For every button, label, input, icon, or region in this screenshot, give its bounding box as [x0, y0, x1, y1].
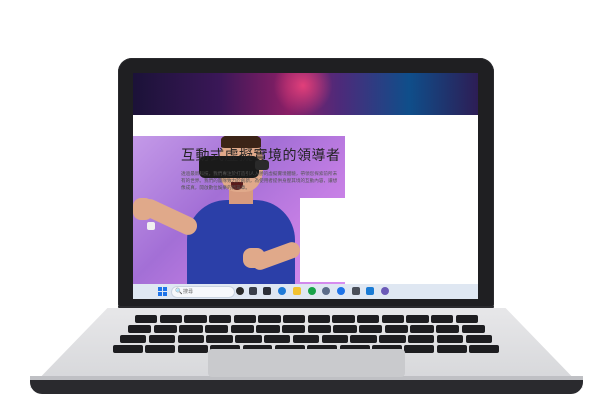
keyboard-key[interactable] [292, 335, 320, 343]
keyboard-key[interactable] [177, 345, 208, 353]
keyboard-key[interactable] [177, 335, 204, 343]
keyboard-key[interactable] [461, 325, 485, 333]
keyboard-key[interactable] [436, 345, 467, 353]
keyboard-key[interactable] [128, 325, 152, 333]
keyboard-key[interactable] [307, 315, 330, 323]
keyboard-key[interactable] [333, 325, 357, 333]
keyboard-key[interactable] [469, 345, 499, 353]
keyboard-key[interactable] [408, 335, 435, 343]
keyboard-key[interactable] [233, 315, 256, 323]
keyboard-key[interactable] [179, 325, 203, 333]
keyboard-key[interactable] [379, 335, 406, 343]
keyboard-key[interactable] [359, 325, 383, 333]
keyboard-key[interactable] [431, 315, 454, 323]
keyboard-key[interactable] [235, 335, 262, 343]
keyboard-key[interactable] [465, 335, 492, 343]
keyboard-key[interactable] [264, 335, 291, 343]
keyboard-key[interactable] [258, 315, 281, 323]
keyboard-key[interactable] [332, 315, 355, 323]
keyboard-key[interactable] [159, 315, 182, 323]
keyboard-key[interactable] [283, 315, 306, 323]
keyboard-key[interactable] [153, 325, 177, 333]
keyboard-key[interactable] [357, 315, 380, 323]
keyboard-key[interactable] [436, 335, 464, 343]
keyboard-key[interactable] [406, 315, 429, 323]
keyboard-key[interactable] [209, 315, 232, 323]
keyboard-key[interactable] [148, 335, 176, 343]
keyboard-key[interactable] [145, 345, 176, 353]
keyboard-key[interactable] [350, 335, 377, 343]
keyboard-key[interactable] [384, 325, 408, 333]
keyboard-key[interactable] [120, 335, 147, 343]
keyboard-key[interactable] [206, 335, 233, 343]
keyboard-key[interactable] [321, 335, 348, 343]
keyboard-key[interactable] [436, 325, 460, 333]
keyboard-key[interactable] [205, 325, 229, 333]
keyboard-key[interactable] [256, 325, 280, 333]
keyboard-key[interactable] [410, 325, 434, 333]
keyboard-key[interactable] [184, 315, 207, 323]
keyboard-key[interactable] [381, 315, 404, 323]
keyboard-key[interactable] [282, 325, 306, 333]
laptop: 互動式虛擬實境的領導者 透過最新科技，我們專注於打造引人入勝的虛擬實境體驗，帶領… [0, 0, 613, 419]
keyboard-key[interactable] [113, 345, 143, 353]
keyboard-key[interactable] [404, 345, 435, 353]
keyboard-key[interactable] [455, 315, 478, 323]
keyboard-key[interactable] [135, 315, 158, 323]
keyboard-key[interactable] [230, 325, 254, 333]
trackpad[interactable] [208, 349, 405, 377]
keyboard-key[interactable] [307, 325, 331, 333]
